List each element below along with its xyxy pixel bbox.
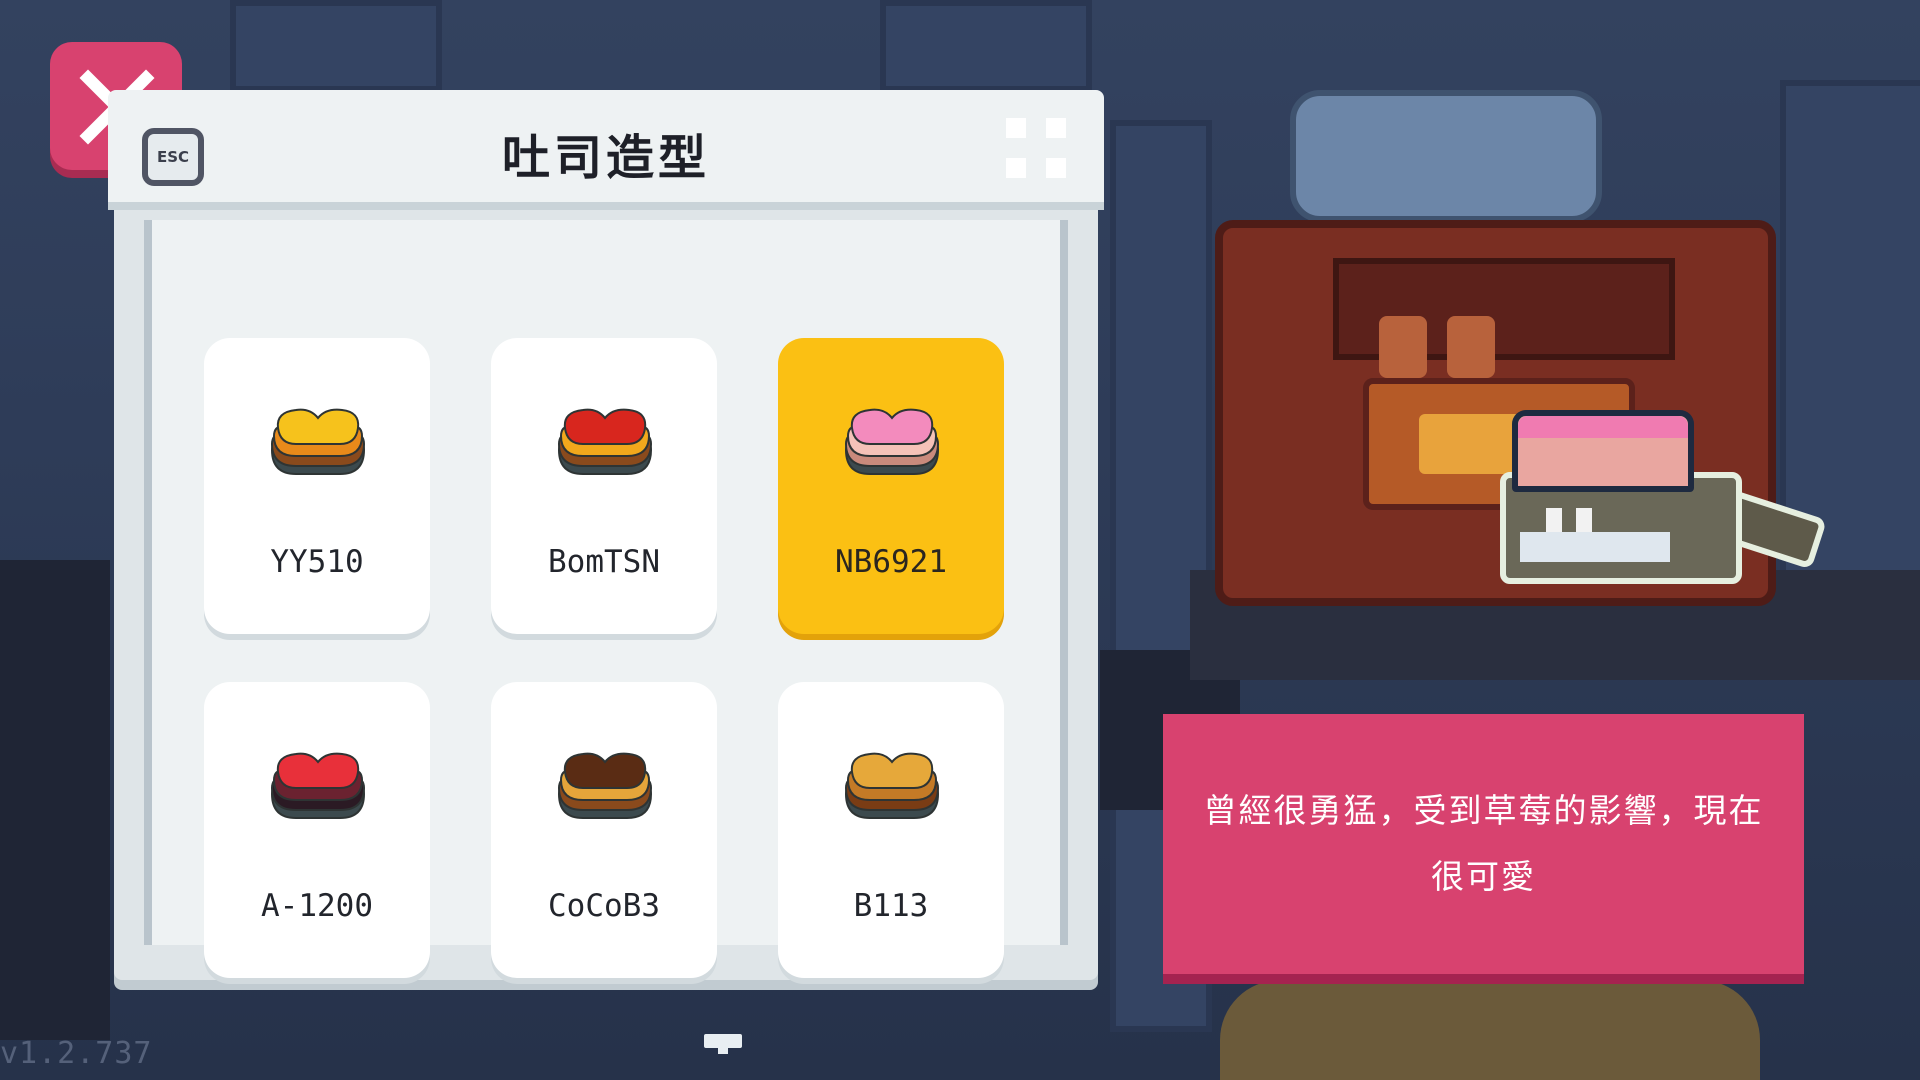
toast-option-label: B113	[853, 888, 929, 924]
toaster-knob	[1379, 316, 1427, 378]
toast-grid: YY510 BomTSN NB6921 A-1200 CoCoB3 B113	[144, 220, 1068, 978]
description-box: 曾經很勇猛，受到草莓的影響，現在很可愛	[1163, 714, 1804, 984]
background-shadow	[0, 560, 110, 1040]
toast-option-card[interactable]: NB6921	[778, 338, 1004, 634]
toast-option-label: A-1200	[261, 888, 373, 924]
background-bread	[1220, 980, 1760, 1080]
description-text: 曾經很勇猛，受到草莓的影響，現在很可愛	[1203, 791, 1764, 896]
version-label: v1.2.737	[0, 1036, 153, 1071]
toast-option-label: NB6921	[835, 544, 947, 580]
panel-body: YY510 BomTSN NB6921 A-1200 CoCoB3 B113	[114, 210, 1098, 980]
cat-toast-hat	[1512, 410, 1694, 492]
cat-legs	[1520, 532, 1670, 562]
toast-icon	[270, 408, 366, 475]
toast-icon	[557, 408, 653, 475]
toast-option-label: CoCoB3	[548, 888, 660, 924]
toast-option-card[interactable]: A-1200	[204, 682, 430, 978]
panel-title: 吐司造型	[501, 130, 710, 186]
background-pipe	[880, 0, 1092, 92]
toast-option-label: BomTSN	[548, 544, 660, 580]
toast-option-card[interactable]: YY510	[204, 338, 430, 634]
toast-option-card[interactable]: B113	[778, 682, 1004, 978]
cat-eye	[1546, 508, 1562, 534]
toaster-top	[1333, 258, 1675, 378]
toast-option-card[interactable]: CoCoB3	[491, 682, 717, 978]
cat-eye	[1576, 508, 1592, 534]
toast-icon	[270, 752, 366, 819]
toaster-knob	[1447, 316, 1495, 378]
esc-key-badge: ESC	[142, 128, 204, 186]
panel-header: 吐司造型	[108, 90, 1104, 210]
grid-view-icon[interactable]	[1006, 118, 1066, 178]
toast-option-card[interactable]: BomTSN	[491, 338, 717, 634]
toast-icon	[557, 752, 653, 819]
scroll-indicator	[704, 1034, 742, 1054]
toast-option-label: YY510	[270, 544, 364, 580]
background-pipe	[230, 0, 442, 92]
toast-style-panel: 吐司造型 YY510 BomTSN NB6921 A-1200 CoCoB3 B113	[108, 90, 1104, 990]
toast-icon	[844, 408, 940, 475]
toast-icon	[844, 752, 940, 819]
toast-cat-character	[1480, 410, 1828, 590]
toaster-lid	[1290, 90, 1602, 222]
